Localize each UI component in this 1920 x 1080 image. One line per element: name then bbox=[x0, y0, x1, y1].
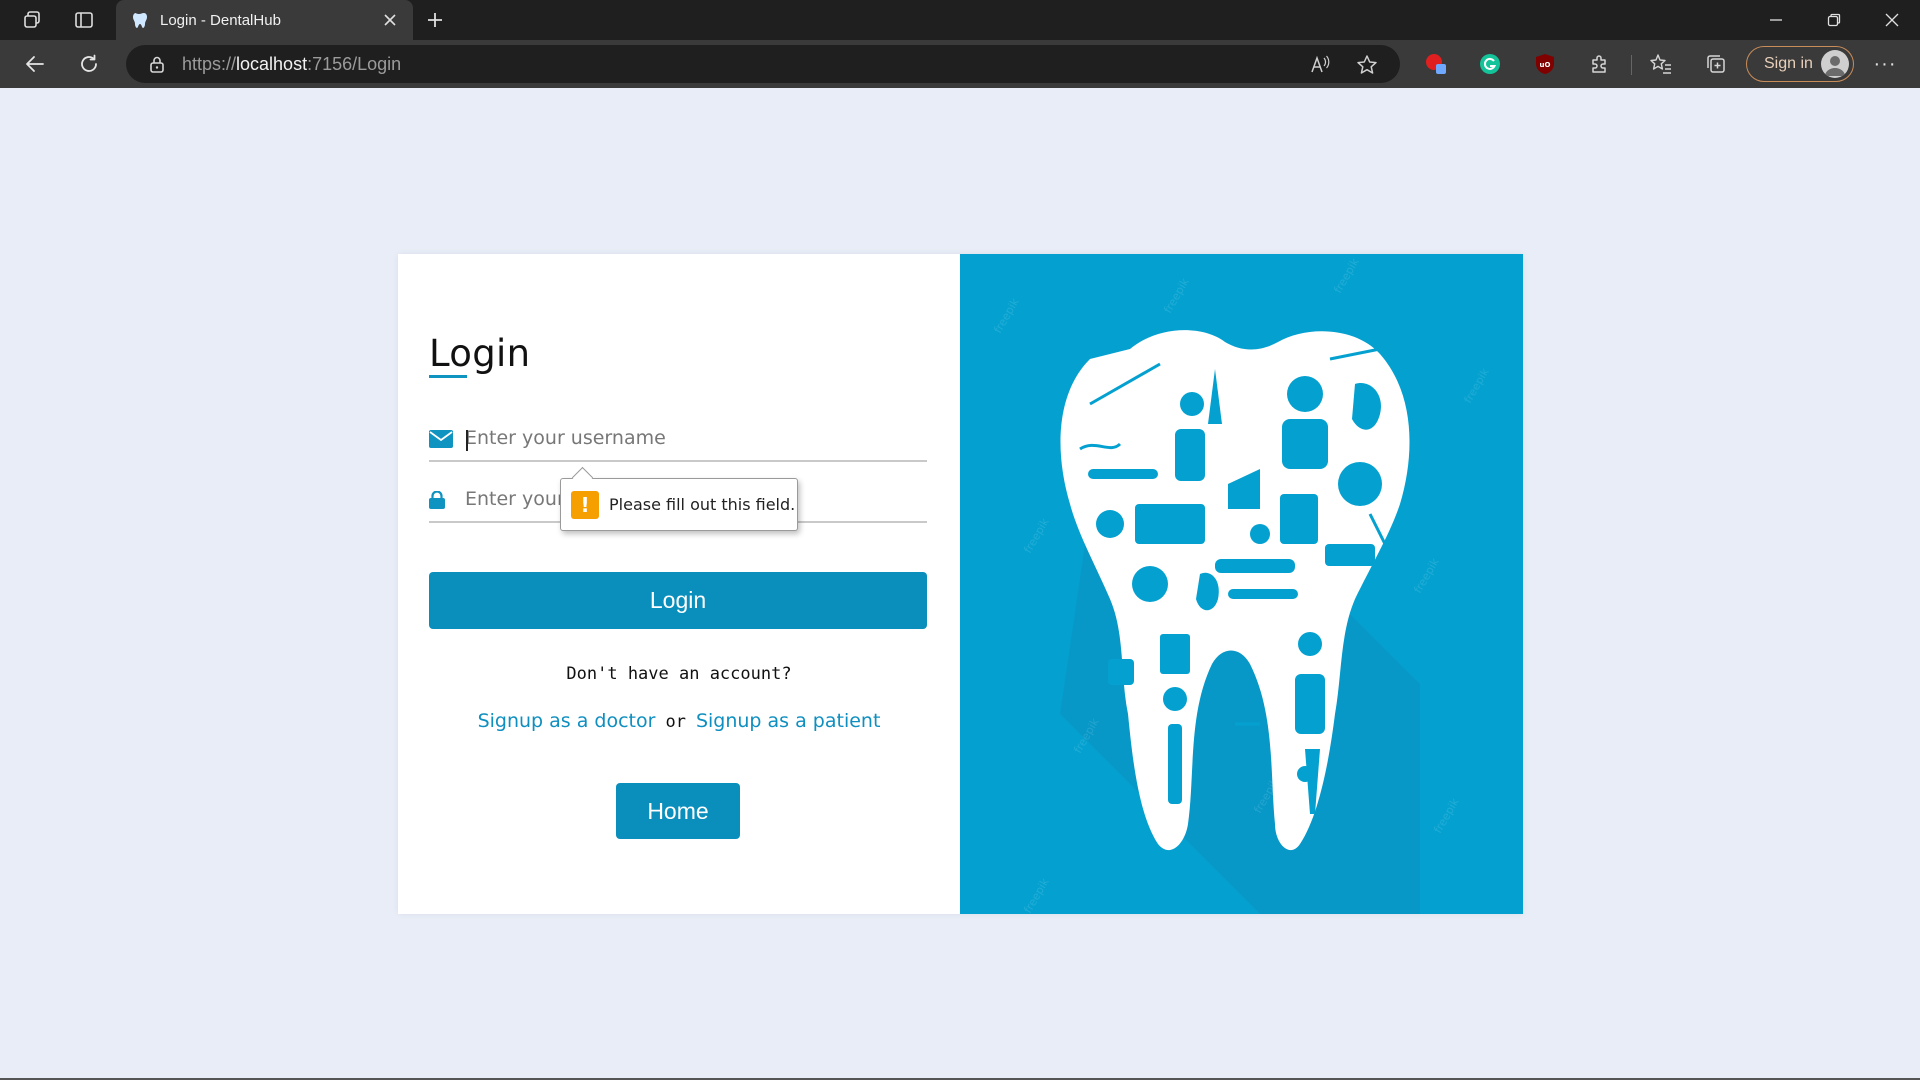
lock-icon bbox=[429, 490, 453, 510]
new-tab-icon[interactable] bbox=[420, 6, 450, 34]
signup-patient-link[interactable]: Signup as a patient bbox=[696, 710, 880, 732]
title-underline bbox=[429, 375, 467, 378]
extensions-puzzle-icon[interactable] bbox=[1588, 52, 1612, 76]
favorite-star-icon[interactable] bbox=[1354, 52, 1380, 78]
svg-text:freepik: freepik bbox=[1021, 515, 1052, 555]
address-bar[interactable]: https://localhost:7156/Login bbox=[126, 45, 1400, 83]
url-text: https://localhost:7156/Login bbox=[182, 54, 401, 75]
validation-message: Please fill out this field. bbox=[609, 495, 796, 514]
page-title: Login bbox=[429, 332, 531, 375]
refresh-icon[interactable] bbox=[72, 48, 106, 80]
profile-avatar-icon bbox=[1821, 50, 1849, 78]
tab-title: Login - DentalHub bbox=[160, 11, 281, 29]
workspaces-icon[interactable] bbox=[16, 6, 48, 34]
browser-titlebar: Login - DentalHub bbox=[0, 0, 1920, 40]
url-path: :7156/Login bbox=[307, 53, 402, 74]
favorites-icon[interactable] bbox=[1649, 52, 1673, 76]
envelope-icon bbox=[429, 429, 453, 449]
svg-text:uO: uO bbox=[1540, 61, 1551, 69]
signup-links: Signup as a doctor or Signup as a patien… bbox=[398, 710, 960, 732]
dental-illustration: freepik freepik freepik freepik freepik … bbox=[960, 254, 1523, 914]
svg-text:freepik: freepik bbox=[991, 295, 1022, 335]
login-button[interactable]: Login bbox=[429, 572, 927, 629]
svg-text:freepik: freepik bbox=[1331, 255, 1362, 295]
tooth-favicon-icon bbox=[130, 11, 148, 29]
validation-tooltip: ! Please fill out this field. bbox=[560, 478, 798, 531]
close-window-icon[interactable] bbox=[1864, 0, 1920, 40]
browser-toolbar: https://localhost:7156/Login uO Sign in … bbox=[0, 40, 1920, 88]
svg-text:freepik: freepik bbox=[1431, 795, 1462, 835]
svg-text:freepik: freepik bbox=[1461, 365, 1492, 405]
or-text: or bbox=[665, 712, 686, 732]
svg-text:freepik: freepik bbox=[1021, 875, 1052, 914]
login-form: Login ! Please fill out this field. Logi… bbox=[398, 254, 960, 914]
grammarly-icon[interactable] bbox=[1478, 52, 1502, 76]
sign-in-label: Sign in bbox=[1764, 55, 1813, 72]
minimize-icon[interactable] bbox=[1748, 0, 1804, 40]
lock-icon[interactable] bbox=[148, 55, 166, 73]
home-button[interactable]: Home bbox=[616, 783, 740, 839]
no-account-text: Don't have an account? bbox=[566, 664, 792, 684]
extension-record-icon[interactable] bbox=[1424, 52, 1448, 76]
collections-icon[interactable] bbox=[1704, 52, 1728, 76]
login-card: Login ! Please fill out this field. Logi… bbox=[398, 254, 1523, 914]
url-host: localhost bbox=[236, 53, 308, 74]
read-aloud-icon[interactable] bbox=[1308, 52, 1334, 78]
text-caret bbox=[466, 430, 468, 451]
tooth-collage-icon: freepik freepik freepik freepik freepik … bbox=[991, 255, 1492, 914]
browser-tab-active[interactable]: Login - DentalHub bbox=[116, 0, 413, 40]
close-tab-icon[interactable] bbox=[379, 9, 401, 31]
svg-text:freepik: freepik bbox=[1411, 555, 1442, 595]
username-input[interactable] bbox=[465, 422, 921, 454]
back-icon[interactable] bbox=[18, 48, 52, 80]
svg-text:freepik: freepik bbox=[1161, 275, 1192, 315]
signup-doctor-link[interactable]: Signup as a doctor bbox=[478, 710, 656, 732]
tab-actions-icon[interactable] bbox=[68, 6, 100, 34]
username-field bbox=[429, 416, 927, 462]
sign-in-button[interactable]: Sign in bbox=[1746, 46, 1854, 82]
url-protocol: https:// bbox=[182, 53, 237, 74]
toolbar-separator bbox=[1631, 55, 1632, 75]
ublock-origin-icon[interactable]: uO bbox=[1533, 52, 1557, 76]
warning-icon: ! bbox=[571, 490, 599, 519]
settings-more-icon[interactable]: ··· bbox=[1870, 52, 1900, 76]
restore-icon[interactable] bbox=[1806, 0, 1862, 40]
